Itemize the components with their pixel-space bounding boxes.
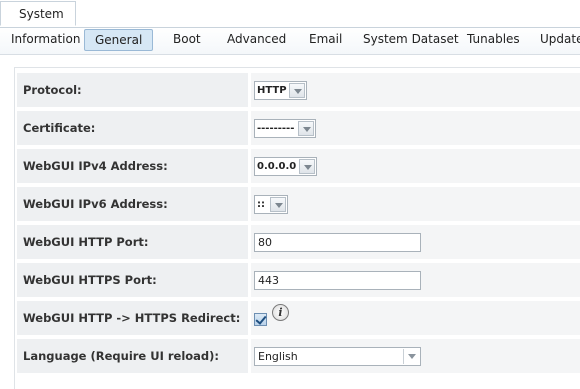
general-settings-form: Protocol: HTTP Certificate: --------- We… xyxy=(14,67,580,389)
language-row: Language (Require UI reload): English xyxy=(15,337,580,375)
ipv6-field-cell: :: xyxy=(251,187,580,221)
protocol-select[interactable]: HTTP xyxy=(254,81,307,100)
tab-information[interactable]: Information xyxy=(11,28,80,54)
https-port-input[interactable]: 443 xyxy=(254,271,421,290)
tab-system-dataset[interactable]: System Dataset xyxy=(363,28,459,54)
tab-system[interactable]: System xyxy=(0,1,76,26)
chevron-down-icon[interactable] xyxy=(403,349,419,364)
chevron-down-icon[interactable] xyxy=(299,159,315,174)
certificate-label: Certificate: xyxy=(17,111,248,145)
tab-email[interactable]: Email xyxy=(309,28,342,54)
tab-update[interactable]: Update xyxy=(540,28,580,54)
ipv4-field-cell: 0.0.0.0 xyxy=(251,149,580,183)
ipv4-row: WebGUI IPv4 Address: 0.0.0.0 xyxy=(15,147,580,185)
certificate-value: --------- xyxy=(257,123,295,134)
protocol-field-cell: HTTP xyxy=(251,73,580,107)
chevron-down-icon[interactable] xyxy=(289,83,305,98)
http-port-input[interactable]: 80 xyxy=(254,233,421,252)
tab-advanced[interactable]: Advanced xyxy=(227,28,286,54)
top-tab-bar: System xyxy=(0,0,580,28)
http-port-label: WebGUI HTTP Port: xyxy=(17,225,248,259)
language-value: English xyxy=(258,350,298,363)
http-port-field-cell: 80 xyxy=(251,225,580,259)
tab-boot[interactable]: Boot xyxy=(173,28,201,54)
https-port-field-cell: 443 xyxy=(251,263,580,297)
redirect-row: WebGUI HTTP -> HTTPS Redirect: i xyxy=(15,299,580,337)
info-icon[interactable]: i xyxy=(272,304,289,321)
redirect-label: WebGUI HTTP -> HTTPS Redirect: xyxy=(17,301,248,335)
redirect-checkbox[interactable] xyxy=(254,313,267,326)
ipv4-label: WebGUI IPv4 Address: xyxy=(17,149,248,183)
protocol-value: HTTP xyxy=(257,85,287,96)
ipv6-value: :: xyxy=(257,199,265,210)
chevron-down-icon[interactable] xyxy=(270,197,286,212)
certificate-field-cell: --------- xyxy=(251,111,580,145)
sub-tab-bar: Information General Boot Advanced Email … xyxy=(0,28,580,55)
language-label: Language (Require UI reload): xyxy=(17,339,248,373)
certificate-select[interactable]: --------- xyxy=(254,119,316,138)
tab-tunables[interactable]: Tunables xyxy=(467,28,520,54)
language-select[interactable]: English xyxy=(254,347,421,366)
ipv4-select[interactable]: 0.0.0.0 xyxy=(254,157,317,176)
http-port-row: WebGUI HTTP Port: 80 xyxy=(15,223,580,261)
tab-general[interactable]: General xyxy=(84,29,154,51)
certificate-row: Certificate: --------- xyxy=(15,109,580,147)
chevron-down-icon[interactable] xyxy=(298,121,314,136)
protocol-row: Protocol: HTTP xyxy=(15,71,580,109)
ipv6-row: WebGUI IPv6 Address: :: xyxy=(15,185,580,223)
protocol-label: Protocol: xyxy=(17,73,248,107)
https-port-row: WebGUI HTTPS Port: 443 xyxy=(15,261,580,299)
ipv6-label: WebGUI IPv6 Address: xyxy=(17,187,248,221)
ipv6-select[interactable]: :: xyxy=(254,195,288,214)
ipv4-value: 0.0.0.0 xyxy=(257,161,297,172)
redirect-field-cell: i xyxy=(251,301,580,335)
language-field-cell: English xyxy=(251,339,580,373)
https-port-label: WebGUI HTTPS Port: xyxy=(17,263,248,297)
